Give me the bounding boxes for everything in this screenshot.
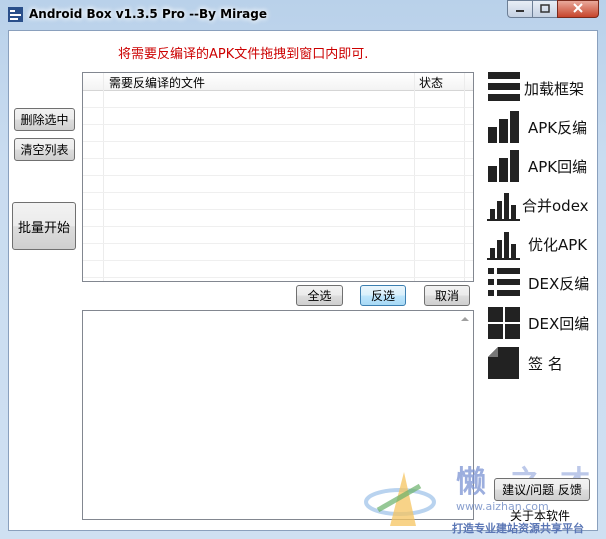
tool-optimize-apk[interactable]: 优化APK <box>486 226 598 262</box>
tool-apk-decompile[interactable]: APK反编 <box>486 109 598 145</box>
list-gridline <box>83 107 473 108</box>
maximize-button[interactable] <box>532 0 558 18</box>
offscreen-window-edge <box>598 150 606 340</box>
list-gridline <box>83 260 473 261</box>
list-gridline <box>83 243 473 244</box>
select-all-button[interactable]: 全选 <box>296 285 343 306</box>
scroll-up-icon[interactable] <box>461 317 469 321</box>
clear-list-button[interactable]: 清空列表 <box>14 138 75 161</box>
column-divider <box>103 73 104 281</box>
close-button[interactable] <box>557 0 599 18</box>
tool-label: 签 名 <box>528 355 563 373</box>
tool-dex-recompile[interactable]: DEX回编 <box>486 305 598 341</box>
tool-label: 优化APK <box>528 236 588 254</box>
cancel-button[interactable]: 取消 <box>424 285 470 306</box>
list-gridline <box>83 192 473 193</box>
batch-start-button[interactable]: 批量开始 <box>12 202 76 250</box>
tool-merge-odex[interactable]: 合并odex <box>486 187 598 223</box>
tool-dex-decompile[interactable]: DEX反编 <box>486 265 598 301</box>
minimize-button[interactable] <box>507 0 533 18</box>
bar-chart-icon <box>486 226 522 262</box>
tool-apk-recompile[interactable]: APK回编 <box>486 148 598 184</box>
document-icon <box>486 345 522 381</box>
close-icon <box>572 2 584 16</box>
grid-icon <box>486 305 522 341</box>
bullet-list-icon <box>486 265 522 301</box>
tool-label: APK回编 <box>528 158 588 176</box>
watermark-slogan: 打造专业建站资源共享平台 <box>452 522 584 535</box>
tool-sign[interactable]: 签 名 <box>486 345 598 381</box>
tool-label: 加载框架 <box>524 80 585 98</box>
feedback-button[interactable]: 建议/问题 反馈 <box>494 478 590 501</box>
list-icon <box>486 70 522 106</box>
tool-label: DEX回编 <box>528 315 590 333</box>
bar-chart-icon <box>486 187 522 223</box>
file-list[interactable]: 需要反编译的文件 状态 <box>82 72 474 282</box>
svg-text:懒: 懒 <box>456 465 486 500</box>
list-gridline <box>83 277 473 278</box>
app-window: Android Box v1.3.5 Pro --By Mirage 将需要反编… <box>0 0 606 539</box>
title-bar[interactable]: Android Box v1.3.5 Pro --By Mirage <box>0 0 606 30</box>
list-gridline <box>83 175 473 176</box>
tool-load-framework[interactable]: 加载框架 <box>486 70 598 106</box>
column-status[interactable]: 状态 <box>419 74 443 91</box>
list-gridline <box>83 158 473 159</box>
tool-label: APK反编 <box>528 119 588 137</box>
window-controls <box>507 0 599 19</box>
delete-selected-button[interactable]: 删除选中 <box>14 108 75 131</box>
column-divider <box>464 73 465 281</box>
column-file[interactable]: 需要反编译的文件 <box>109 74 205 91</box>
tool-label: DEX反编 <box>528 275 590 293</box>
list-gridline <box>83 141 473 142</box>
bar-chart-icon <box>486 148 522 184</box>
maximize-icon <box>540 2 550 16</box>
list-gridline <box>83 226 473 227</box>
bar-chart-icon <box>486 109 522 145</box>
minimize-icon <box>515 2 525 16</box>
list-gridline <box>83 124 473 125</box>
app-icon <box>8 7 23 22</box>
window-title: Android Box v1.3.5 Pro --By Mirage <box>29 7 267 21</box>
column-divider <box>414 73 415 281</box>
tool-label: 合并odex <box>522 197 589 215</box>
list-gridline <box>83 209 473 210</box>
drag-drop-hint: 将需要反编译的APK文件拖拽到窗口内即可. <box>118 47 369 62</box>
invert-selection-button[interactable]: 反选 <box>360 285 406 306</box>
